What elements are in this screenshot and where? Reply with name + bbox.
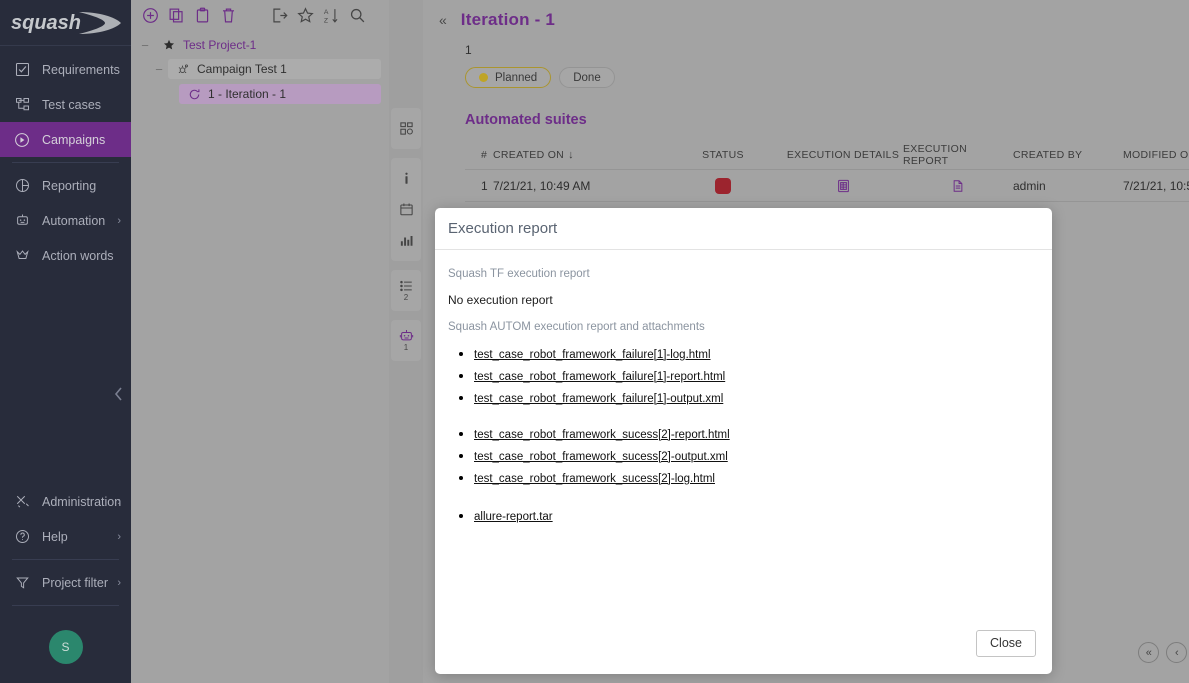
list-item: test_case_robot_framework_failure[1]-rep…: [474, 367, 1039, 385]
attachment-link[interactable]: test_case_robot_framework_failure[1]-rep…: [474, 371, 725, 383]
list-item: test_case_robot_framework_sucess[2]-outp…: [474, 447, 1039, 465]
attachment-list-group-2: test_case_robot_framework_sucess[2]-repo…: [474, 425, 1039, 487]
dialog-body: Squash TF execution report No execution …: [435, 250, 1052, 620]
autom-report-label: Squash AUTOM execution report and attach…: [448, 321, 705, 333]
attachment-list-group-1: test_case_robot_framework_failure[1]-log…: [474, 345, 1039, 407]
attachment-link[interactable]: test_case_robot_framework_sucess[2]-repo…: [474, 429, 730, 441]
attachment-link[interactable]: test_case_robot_framework_failure[1]-log…: [474, 349, 711, 361]
list-item: test_case_robot_framework_failure[1]-log…: [474, 345, 1039, 363]
attachment-list-group-3: allure-report.tar: [474, 507, 1039, 525]
execution-report-dialog: Execution report Squash TF execution rep…: [435, 208, 1052, 674]
tf-report-value: No execution report: [448, 293, 553, 307]
dialog-title: Execution report: [448, 220, 558, 237]
app-root: squash Requirements Test cases Campaigns…: [0, 0, 1189, 683]
tf-report-label: Squash TF execution report: [448, 268, 590, 280]
attachment-link[interactable]: test_case_robot_framework_failure[1]-out…: [474, 393, 723, 405]
attachment-link[interactable]: test_case_robot_framework_sucess[2]-outp…: [474, 451, 728, 463]
list-item: test_case_robot_framework_sucess[2]-repo…: [474, 425, 1039, 443]
attachment-link[interactable]: test_case_robot_framework_sucess[2]-log.…: [474, 473, 715, 485]
list-item: test_case_robot_framework_sucess[2]-log.…: [474, 469, 1039, 487]
list-item: allure-report.tar: [474, 507, 1039, 525]
attachment-link[interactable]: allure-report.tar: [474, 511, 553, 523]
close-button[interactable]: Close: [976, 629, 1036, 657]
dialog-header: Execution report: [435, 208, 1052, 250]
dialog-footer: Close: [435, 620, 1052, 674]
list-item: test_case_robot_framework_failure[1]-out…: [474, 389, 1039, 407]
